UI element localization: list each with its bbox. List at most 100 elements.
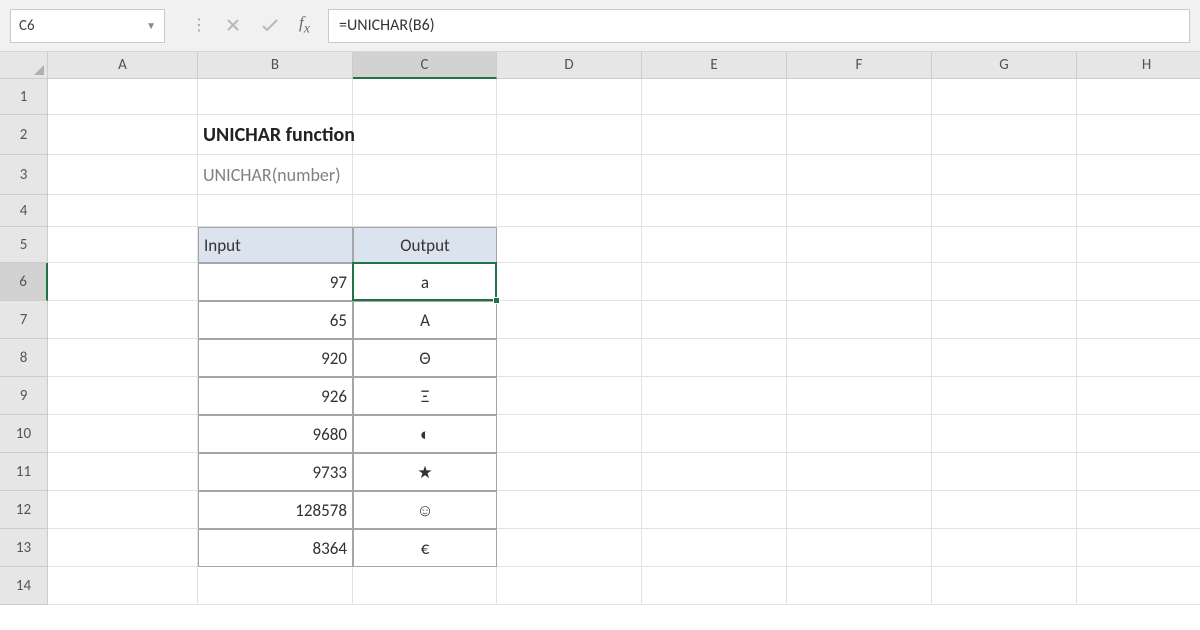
cell[interactable]: [932, 567, 1077, 605]
cell[interactable]: [1077, 115, 1200, 155]
cell[interactable]: [48, 155, 198, 195]
cell[interactable]: [1077, 195, 1200, 227]
cell[interactable]: [932, 339, 1077, 377]
cell[interactable]: [353, 79, 497, 115]
row-header[interactable]: 7: [0, 301, 48, 339]
cell[interactable]: [642, 155, 787, 195]
row-header[interactable]: 8: [0, 339, 48, 377]
cell[interactable]: [48, 195, 198, 227]
column-header[interactable]: H: [1077, 52, 1200, 79]
cell[interactable]: [1077, 491, 1200, 529]
cell[interactable]: [642, 491, 787, 529]
table-cell-output[interactable]: ★: [353, 453, 497, 491]
fx-icon[interactable]: fx: [299, 13, 310, 37]
cell[interactable]: [497, 301, 642, 339]
cell[interactable]: [787, 195, 932, 227]
cell[interactable]: [642, 227, 787, 263]
column-header[interactable]: B: [198, 52, 353, 79]
cell[interactable]: [787, 155, 932, 195]
cell[interactable]: [1077, 227, 1200, 263]
table-cell-output[interactable]: ☺: [353, 491, 497, 529]
cell[interactable]: [932, 79, 1077, 115]
cell[interactable]: [1077, 155, 1200, 195]
table-cell-input[interactable]: 920: [198, 339, 353, 377]
cell[interactable]: [787, 491, 932, 529]
cell[interactable]: [48, 115, 198, 155]
row-header[interactable]: 9: [0, 377, 48, 415]
cell[interactable]: [497, 529, 642, 567]
cell[interactable]: [787, 79, 932, 115]
cell[interactable]: [198, 195, 353, 227]
cell[interactable]: [48, 263, 198, 301]
cell[interactable]: [642, 115, 787, 155]
table-cell-output[interactable]: a: [353, 263, 497, 301]
cell[interactable]: [787, 415, 932, 453]
cell[interactable]: [642, 339, 787, 377]
table-header[interactable]: Output: [353, 227, 497, 263]
row-header[interactable]: 3: [0, 155, 48, 195]
cell[interactable]: [787, 115, 932, 155]
fill-handle[interactable]: [493, 297, 500, 304]
cell[interactable]: [787, 301, 932, 339]
cell[interactable]: [787, 227, 932, 263]
cell[interactable]: [932, 155, 1077, 195]
cell[interactable]: [497, 415, 642, 453]
cell[interactable]: [787, 377, 932, 415]
cell[interactable]: [497, 195, 642, 227]
column-header[interactable]: F: [787, 52, 932, 79]
cell[interactable]: [48, 79, 198, 115]
row-header[interactable]: 10: [0, 415, 48, 453]
cell[interactable]: [932, 301, 1077, 339]
cell[interactable]: [787, 339, 932, 377]
cell[interactable]: [932, 377, 1077, 415]
row-header[interactable]: 4: [0, 195, 48, 227]
cell[interactable]: [1077, 79, 1200, 115]
table-cell-output[interactable]: Θ: [353, 339, 497, 377]
cell[interactable]: [198, 567, 353, 605]
column-header[interactable]: A: [48, 52, 198, 79]
cell[interactable]: [932, 195, 1077, 227]
cell[interactable]: [48, 491, 198, 529]
column-header[interactable]: C: [353, 52, 497, 79]
cell[interactable]: [642, 529, 787, 567]
cell[interactable]: [1077, 453, 1200, 491]
cell[interactable]: [48, 301, 198, 339]
name-box[interactable]: C6 ▼: [10, 9, 165, 43]
row-header[interactable]: 5: [0, 227, 48, 263]
cell[interactable]: [932, 491, 1077, 529]
cell[interactable]: [1077, 415, 1200, 453]
select-all-corner[interactable]: [0, 52, 48, 79]
cell[interactable]: [497, 115, 642, 155]
row-header[interactable]: 12: [0, 491, 48, 529]
cell[interactable]: [497, 339, 642, 377]
table-cell-input[interactable]: 128578: [198, 491, 353, 529]
table-cell-output[interactable]: Ξ: [353, 377, 497, 415]
column-header[interactable]: E: [642, 52, 787, 79]
cell[interactable]: [1077, 263, 1200, 301]
row-header[interactable]: 14: [0, 567, 48, 605]
cell[interactable]: [787, 453, 932, 491]
cell[interactable]: [353, 567, 497, 605]
table-cell-input[interactable]: 9680: [198, 415, 353, 453]
cell[interactable]: [1077, 301, 1200, 339]
enter-icon[interactable]: [261, 17, 279, 33]
cell[interactable]: [932, 115, 1077, 155]
cell[interactable]: [642, 567, 787, 605]
cell[interactable]: [497, 79, 642, 115]
table-cell-input[interactable]: 926: [198, 377, 353, 415]
cell[interactable]: [1077, 529, 1200, 567]
cell[interactable]: [642, 301, 787, 339]
cell[interactable]: [497, 377, 642, 415]
table-cell-output[interactable]: ◐: [353, 415, 497, 453]
table-cell-input[interactable]: 9733: [198, 453, 353, 491]
cell[interactable]: [198, 79, 353, 115]
cell[interactable]: [642, 195, 787, 227]
table-cell-output[interactable]: A: [353, 301, 497, 339]
cell[interactable]: [353, 195, 497, 227]
cell[interactable]: [48, 415, 198, 453]
cell[interactable]: [932, 227, 1077, 263]
cell[interactable]: [932, 415, 1077, 453]
cell[interactable]: [48, 567, 198, 605]
subtitle-cell[interactable]: UNICHAR(number): [198, 155, 497, 195]
cell[interactable]: [642, 377, 787, 415]
